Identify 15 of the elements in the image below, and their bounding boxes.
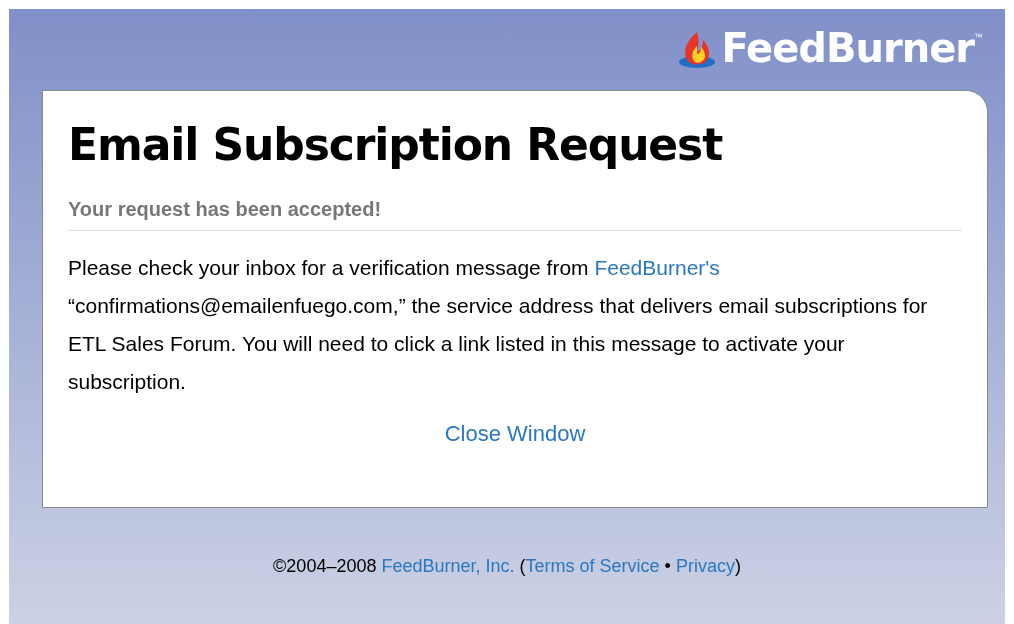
message-paragraph: Please check your inbox for a verification message from FeedBurner's “confirmations@emailenfuego.com,” the service address that delivers email subscriptions for ETL Sales Forum. You will need to click a link listed in this message to activate your subscription. <box>68 255 929 395</box>
terms-link[interactable]: Terms of Service <box>525 553 660 580</box>
trademark-text: ™ <box>974 32 983 42</box>
parenthesis-text: ( <box>519 555 526 578</box>
close-window-link[interactable]: Close Window <box>444 417 586 450</box>
separator-text: • <box>664 555 671 578</box>
feedburner-link[interactable]: FeedBurner's <box>594 256 720 279</box>
copyright-text: ©2004–2008 <box>273 555 377 578</box>
flame-icon <box>677 30 718 70</box>
logo-text: FeedBurner <box>721 24 974 73</box>
status-message: Your request has been accepted! <box>68 194 962 231</box>
company-link[interactable]: FeedBurner, Inc. <box>381 553 515 580</box>
privacy-link[interactable]: Privacy <box>675 553 735 580</box>
page-title: Email Subscription Request <box>68 118 724 172</box>
parenthesis-text: ) <box>734 555 741 578</box>
